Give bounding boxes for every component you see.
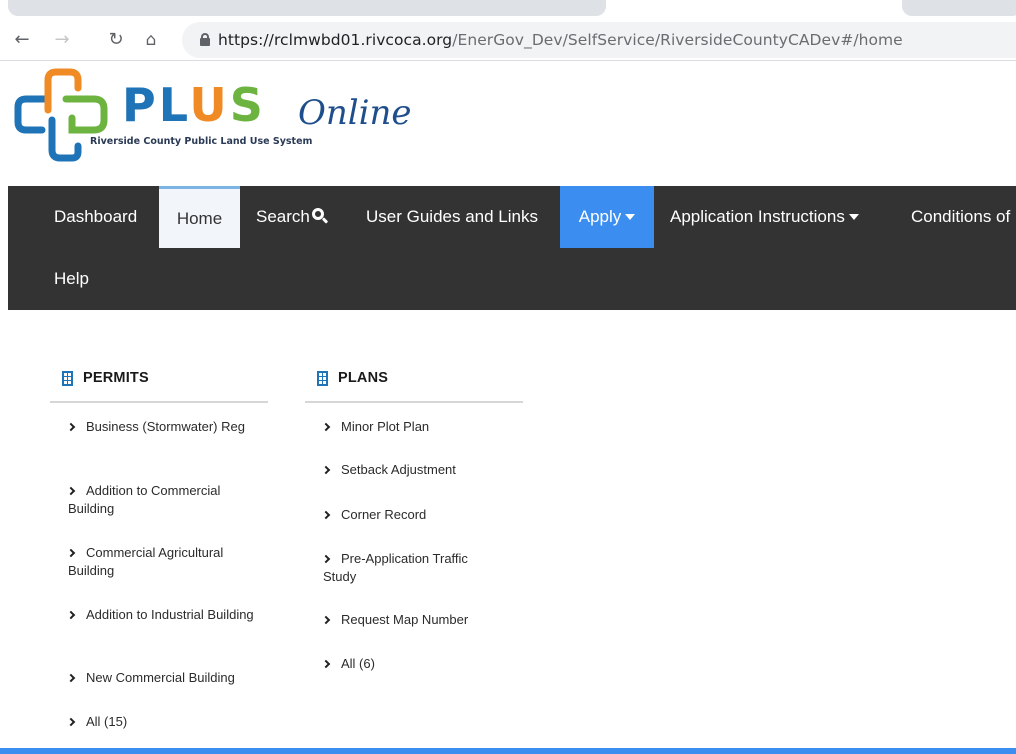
list-item[interactable]: Commercial Agricultural Building xyxy=(66,544,258,580)
chevron-right-icon xyxy=(321,465,331,475)
plans-header: PLANS xyxy=(305,365,523,403)
reload-icon[interactable]: ↻ xyxy=(105,29,127,51)
logo-plus-wordmark: PLUS xyxy=(122,78,266,132)
nav-apply[interactable]: Apply xyxy=(560,186,654,248)
url-host: https://rclmwbd01.rivcoca.org xyxy=(218,31,453,49)
chevron-right-icon xyxy=(321,659,331,669)
toolbar-divider xyxy=(0,60,1016,61)
logo-tagline: Riverside County Public Land Use System xyxy=(90,136,313,147)
main-navbar: Dashboard Home Search User Guides and Li… xyxy=(8,186,1016,310)
caret-down-icon xyxy=(848,213,859,220)
permits-header: PERMITS xyxy=(50,365,268,403)
url-path: /EnerGov_Dev/SelfService/RiversideCounty… xyxy=(452,31,903,49)
permits-section: PERMITS xyxy=(50,365,268,403)
nav-user-guides-and-links[interactable]: User Guides and Links xyxy=(366,186,538,248)
nav-home[interactable]: Home xyxy=(159,186,240,248)
list-item[interactable]: Pre-Application Traffic Study xyxy=(321,550,498,586)
caret-down-icon xyxy=(625,213,636,220)
chevron-right-icon xyxy=(66,673,76,683)
permits-title: PERMITS xyxy=(83,370,149,386)
chevron-right-icon xyxy=(66,717,76,727)
list-item[interactable]: Corner Record xyxy=(321,506,513,524)
list-item[interactable]: All (6) xyxy=(321,655,513,673)
browser-tab[interactable] xyxy=(8,0,606,16)
chevron-right-icon xyxy=(321,554,331,564)
back-arrow-icon[interactable]: ← xyxy=(11,29,33,51)
browser-tab-strip xyxy=(0,0,1016,18)
nav-conditions[interactable]: Conditions of xyxy=(911,186,1010,248)
chevron-right-icon xyxy=(321,510,331,520)
nav-help[interactable]: Help xyxy=(54,248,89,310)
footer-bar xyxy=(0,748,1016,754)
chevron-right-icon xyxy=(66,610,76,620)
plans-section: PLANS xyxy=(305,365,523,403)
list-item[interactable]: All (15) xyxy=(66,713,258,731)
nav-search[interactable]: Search xyxy=(256,186,329,248)
building-icon xyxy=(317,371,328,386)
list-item[interactable]: New Commercial Building xyxy=(66,669,268,687)
lock-icon[interactable] xyxy=(200,33,210,46)
chevron-right-icon xyxy=(321,615,331,625)
chevron-right-icon xyxy=(321,422,331,432)
building-icon xyxy=(62,371,73,386)
forward-arrow-icon[interactable]: → xyxy=(51,29,73,51)
list-item[interactable]: Setback Adjustment xyxy=(321,461,513,479)
browser-toolbar: ← → ↻ ⌂ https://rclmwbd01.rivcoca.org/En… xyxy=(0,20,1016,60)
chevron-right-icon xyxy=(66,548,76,558)
nav-application-instructions[interactable]: Application Instructions xyxy=(670,186,859,248)
address-bar[interactable]: https://rclmwbd01.rivcoca.org/EnerGov_De… xyxy=(182,22,1016,58)
plus-cross-logo-icon xyxy=(14,68,108,162)
list-item[interactable]: Business (Stormwater) Reg xyxy=(66,418,258,436)
list-item[interactable]: Request Map Number xyxy=(321,611,513,629)
nav-dashboard[interactable]: Dashboard xyxy=(54,186,137,248)
browser-tab[interactable] xyxy=(902,0,1016,16)
search-icon xyxy=(311,207,329,224)
plans-title: PLANS xyxy=(338,370,389,386)
list-item[interactable]: Minor Plot Plan xyxy=(321,418,513,436)
logo-online-text: Online xyxy=(298,93,412,133)
plus-online-logo[interactable]: PLUS Online Riverside County Public Land… xyxy=(14,66,434,166)
list-item[interactable]: Addition to Industrial Building xyxy=(66,606,258,624)
chevron-right-icon xyxy=(66,422,76,432)
url-text[interactable]: https://rclmwbd01.rivcoca.org/EnerGov_De… xyxy=(218,31,903,49)
chevron-right-icon xyxy=(66,486,76,496)
home-icon[interactable]: ⌂ xyxy=(140,29,162,51)
list-item[interactable]: Addition to Commercial Building xyxy=(66,482,258,518)
